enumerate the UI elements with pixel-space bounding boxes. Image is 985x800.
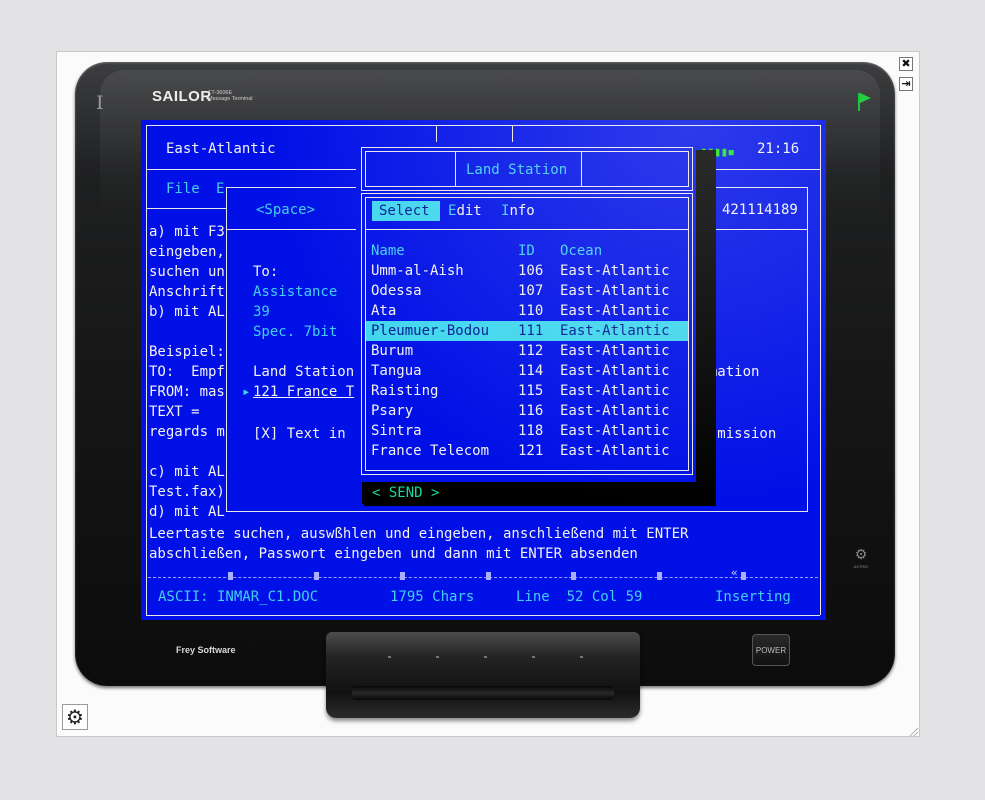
doc-line: suchen un [149, 264, 225, 280]
resize-handle[interactable] [908, 726, 918, 736]
popup-title: Land Station [466, 162, 568, 178]
cursor-arrow-icon: ▸ [242, 384, 251, 400]
station-id: 111 [518, 323, 544, 339]
spec-label: Spec. 7bit [253, 324, 338, 340]
station-name[interactable]: Psary [371, 401, 413, 421]
send-button[interactable]: < SEND > [372, 483, 439, 503]
flag-icon[interactable] [858, 93, 871, 111]
footer-brand: Frey Software [176, 645, 236, 655]
col-header-ocean: Ocean [560, 243, 603, 259]
station-ocean: East-Atlantic [560, 423, 670, 439]
station-ocean: East-Atlantic [560, 383, 670, 399]
popup-menu-select[interactable]: Select [379, 201, 430, 221]
station-id: 106 [518, 263, 544, 279]
close-icon[interactable]: ✖ [899, 57, 913, 71]
station-name[interactable]: Umm-al-Aish [371, 261, 464, 281]
doc-line: Anschrift [149, 284, 225, 300]
brand-model: TT-3606E Message Terminal [208, 90, 253, 102]
doc-line: regards m [149, 424, 225, 440]
station-id: 116 [518, 403, 544, 419]
land-station-label: Land Station [253, 364, 355, 380]
station-ocean: East-Atlantic [560, 343, 670, 359]
menu-edit[interactable]: E [216, 179, 224, 199]
station-ocean: East-Atlantic [560, 263, 670, 279]
doc-line: eingeben, [149, 244, 225, 260]
menu-file[interactable]: File [166, 179, 200, 199]
station-id: 115 [518, 383, 544, 399]
station-id: 110 [518, 303, 544, 319]
station-id: 112 [518, 343, 544, 359]
land-station-field[interactable]: 121 France T [253, 382, 354, 402]
popup-menu-edit[interactable]: Edit [448, 201, 482, 221]
help-line: Leertaste suchen, auswßhlen und eingeben… [149, 526, 689, 542]
col-header-name: Name [371, 243, 405, 259]
astrid-label: ASTRID [853, 564, 869, 569]
station-name[interactable]: Ata [371, 301, 396, 321]
station-ocean: East-Atlantic [560, 323, 670, 339]
station-name[interactable]: Sintra [371, 421, 422, 441]
text-in-checkbox[interactable]: [X] Text in [253, 424, 346, 444]
station-name[interactable]: Odessa [371, 281, 422, 301]
settings-gear-icon[interactable]: ⚙ [62, 704, 88, 730]
space-label: <Space> [256, 202, 316, 218]
station-name[interactable]: France Telecom [371, 441, 489, 461]
station-name[interactable]: Burum [371, 341, 413, 361]
status-mode: Inserting [715, 589, 791, 605]
keyboard-stand [326, 632, 640, 718]
help-line: abschließen, Passwort eingeben und dann … [149, 546, 638, 562]
mobile-number: 421114189 [722, 202, 798, 218]
doc-line: d) mit AL [149, 504, 225, 520]
doc-line: TEXT = [149, 404, 200, 420]
col-header-id: ID [518, 243, 535, 259]
indicator-icon: I [96, 92, 104, 114]
to-number: 39 [253, 304, 270, 320]
status-position: Line 52 Col 59 [516, 589, 643, 605]
brand-logo: SAILOR [152, 88, 212, 105]
ruler [148, 577, 818, 578]
station-name[interactable]: Raisting [371, 381, 438, 401]
to-label: To: [253, 264, 279, 280]
station-ocean: East-Atlantic [560, 363, 670, 379]
station-id: 107 [518, 283, 544, 299]
popup-menu-info[interactable]: Info [501, 201, 535, 221]
power-button[interactable]: POWER [752, 634, 790, 666]
doc-line: TO: Empf [149, 364, 225, 380]
station-ocean: East-Atlantic [560, 443, 670, 459]
doc-line: b) mit AL [149, 304, 225, 320]
station-ocean: East-Atlantic [560, 283, 670, 299]
station-ocean: East-Atlantic [560, 403, 670, 419]
status-file: ASCII: INMAR_C1.DOC [158, 589, 319, 605]
station-name-selected[interactable]: Pleumuer-Bodou [371, 321, 489, 341]
clock: 21:16 [757, 141, 800, 157]
doc-line: Test.fax) [149, 484, 225, 500]
station-id: 114 [518, 363, 544, 379]
doc-line: a) mit F3 [149, 224, 225, 240]
station-ocean: East-Atlantic [560, 303, 670, 319]
to-value[interactable]: Assistance [253, 282, 337, 302]
pin-icon[interactable]: ⇥ [899, 77, 913, 91]
status-chars: 1795 Chars [390, 589, 475, 605]
region-label: East-Atlantic [166, 141, 276, 157]
station-id: 118 [518, 423, 544, 439]
doc-line: c) mit AL [149, 464, 225, 480]
doc-line: Beispiel: [149, 344, 225, 360]
station-id: 121 [518, 443, 544, 459]
ruler-marker: « [731, 566, 738, 579]
doc-line: FROM: mas [149, 384, 225, 400]
station-name[interactable]: Tangua [371, 361, 422, 381]
